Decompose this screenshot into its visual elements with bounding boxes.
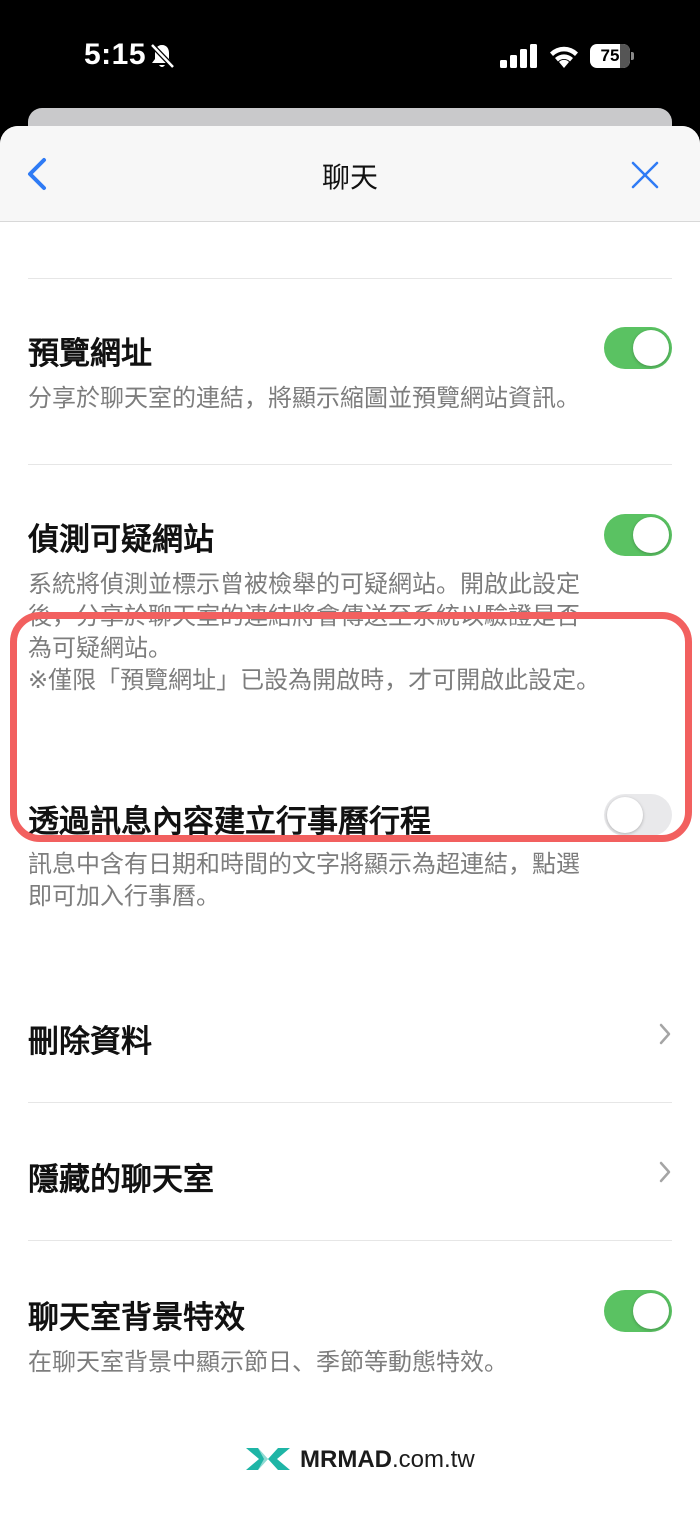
wifi-icon xyxy=(550,46,578,68)
preview-url-toggle[interactable] xyxy=(604,327,672,369)
toggle-knob xyxy=(633,330,669,366)
divider xyxy=(28,278,672,279)
calendar-events-description: 訊息中含有日期和時間的文字將顯示為超連結，點選 即可加入行事曆。 xyxy=(28,848,668,912)
mrmad-watermark: MRMAD.com.tw xyxy=(244,1442,484,1482)
toggle-knob xyxy=(633,1293,669,1329)
battery-body: 75 xyxy=(590,44,630,68)
description-line: 即可加入行事曆。 xyxy=(28,882,220,910)
hidden-chats-item[interactable]: 隱藏的聊天室 xyxy=(28,1154,214,1199)
chevron-right-icon xyxy=(659,1023,671,1045)
page-title: 聊天 xyxy=(321,161,378,194)
status-time: 5:15 xyxy=(84,38,147,71)
mrmad-logo-icon xyxy=(246,1448,290,1470)
divider xyxy=(28,464,672,465)
status-bar: 5:15 75 xyxy=(0,0,700,110)
chevron-right-icon xyxy=(659,1161,671,1183)
background-effects-description: 在聊天室背景中顯示節日、季節等動態特效。 xyxy=(28,1348,508,1376)
suspicious-sites-title: 偵測可疑網站 xyxy=(28,522,214,558)
suspicious-sites-toggle[interactable] xyxy=(604,514,672,556)
description-line: 訊息中含有日期和時間的文字將顯示為超連結，點選 xyxy=(28,850,580,878)
background-effects-title: 聊天室背景特效 xyxy=(28,1300,245,1336)
divider xyxy=(28,1102,672,1103)
battery-indicator: 75 xyxy=(590,44,634,68)
watermark-brand: MRMAD xyxy=(300,1446,392,1473)
bell-slash-icon xyxy=(150,43,175,69)
description-line: 系統將偵測並標示曾被檢舉的可疑網站。開啟此設定 xyxy=(28,570,580,598)
battery-tip xyxy=(631,52,634,60)
divider xyxy=(28,1240,672,1241)
close-icon[interactable] xyxy=(630,160,660,190)
highlight-box xyxy=(10,612,692,842)
preview-url-description: 分享於聊天室的連結，將顯示縮圖並預覽網站資訊。 xyxy=(28,384,580,412)
battery-percent: 75 xyxy=(600,46,620,65)
watermark-domain: .com.tw xyxy=(391,1446,475,1473)
toggle-knob xyxy=(633,517,669,553)
background-effects-toggle[interactable] xyxy=(604,1290,672,1332)
signal-icon xyxy=(500,44,537,68)
watermark-text: MRMAD.com.tw xyxy=(300,1446,475,1474)
navigation-bar: 聊天 xyxy=(0,126,700,222)
preview-url-title: 預覽網址 xyxy=(28,336,152,372)
delete-data-item[interactable]: 刪除資料 xyxy=(28,1016,152,1061)
